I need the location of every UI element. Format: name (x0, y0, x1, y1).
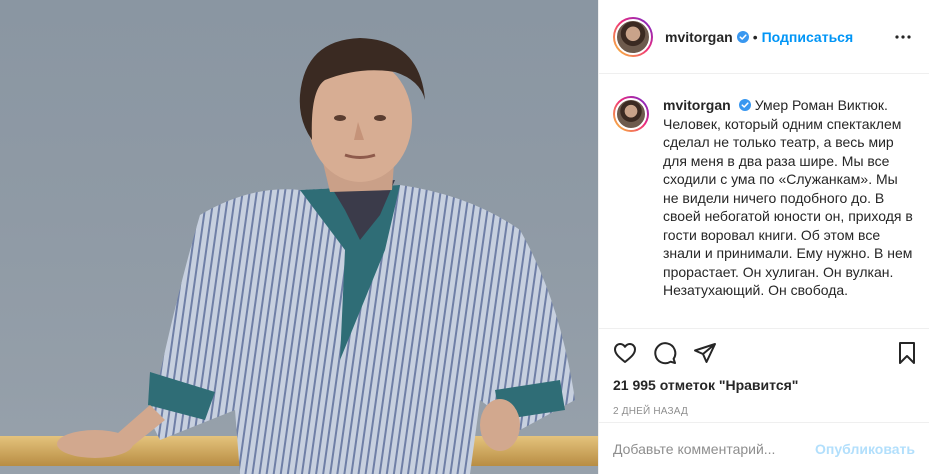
author-avatar[interactable] (613, 16, 653, 57)
more-options-icon[interactable] (891, 25, 915, 49)
caption-author-avatar[interactable] (613, 96, 649, 132)
comment-icon[interactable] (653, 341, 677, 365)
caption-area: mvitorgan Умер Роман Виктюк. Человек, ко… (599, 74, 929, 328)
bookmark-icon[interactable] (895, 341, 919, 365)
comment-input[interactable] (613, 440, 816, 457)
comment-bar: Опубликовать (599, 422, 929, 474)
portrait-image (0, 38, 598, 474)
verified-badge-icon (736, 30, 749, 43)
caption: mvitorgan Умер Роман Виктюк. Человек, ко… (663, 96, 915, 328)
caption-text: Умер Роман Виктюк. Человек, который одни… (663, 97, 913, 298)
action-bar (599, 328, 929, 376)
caption-username[interactable]: mvitorgan (663, 97, 731, 113)
post-side-panel: mvitorgan • Подписаться mvitorgan Умер Р… (598, 0, 929, 474)
verified-badge-icon (738, 99, 751, 111)
heart-icon[interactable] (613, 341, 637, 365)
post-header: mvitorgan • Подписаться (599, 0, 929, 74)
post-date[interactable]: 2 ДНЕЙ НАЗАД (599, 402, 929, 422)
publish-button[interactable]: Опубликовать (815, 441, 915, 457)
author-line: mvitorgan • Подписаться (665, 29, 891, 45)
likes-count[interactable]: 21 995 отметок "Нравится" (599, 376, 929, 398)
author-username[interactable]: mvitorgan (665, 29, 733, 45)
follow-button[interactable]: Подписаться (762, 29, 854, 45)
post-photo[interactable] (0, 0, 598, 474)
share-icon[interactable] (693, 341, 717, 365)
separator-dot: • (752, 28, 758, 45)
